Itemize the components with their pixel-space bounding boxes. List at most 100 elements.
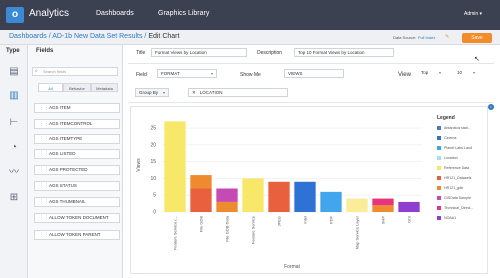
bar-segment: [216, 201, 238, 212]
group-by-select[interactable]: Group By ▾: [135, 88, 169, 97]
x-tick-label: Feature Service (...: [173, 216, 178, 250]
x-tick-label: File GDB: [199, 216, 204, 233]
legend-item[interactable]: Technical_Direct...: [437, 206, 487, 212]
x-tick-label: Feature Service: [251, 215, 256, 244]
breadcrumb-dataset[interactable]: AD-1b New Data Set Results: [52, 33, 142, 40]
field-select[interactable]: FORMAT ▾: [157, 69, 217, 78]
y-tick-label: 0: [153, 210, 156, 216]
bar-segment: [294, 181, 316, 212]
table-icon[interactable]: ▤: [7, 66, 21, 77]
field-label: Field: [136, 72, 147, 78]
view-select[interactable]: Top ▾: [418, 69, 444, 78]
drag-handle-icon: ⋮⋮: [39, 105, 49, 111]
chevron-down-icon: ▾: [438, 70, 441, 75]
type-header: Type: [6, 48, 20, 54]
data-source-label: Data Source:: [393, 35, 417, 40]
breadcrumb-dashboards[interactable]: Dashboards: [9, 33, 47, 40]
x-tick-label: JPEG: [277, 216, 282, 226]
tab-all[interactable]: All: [38, 83, 63, 92]
field-item[interactable]: ⋮⋮ AGS STATUS: [34, 181, 120, 191]
bar-chart: 0 5 10 15 20 25 Views Feature Service (... File …: [136, 121, 422, 270]
description-input[interactable]: Top 10 Format Views by Location: [294, 48, 394, 57]
legend-item[interactable]: Location: [437, 156, 487, 162]
line-chart-icon[interactable]: 〰: [7, 167, 21, 178]
field-item[interactable]: ⋮⋮ AGS PROTECTED: [34, 165, 120, 175]
field-item[interactable]: ⋮⋮ ALLOW TOKEN DOCUMENT: [34, 213, 120, 223]
field-item[interactable]: ⋮⋮ AGS ITEMTYPE: [34, 134, 120, 144]
drag-handle-icon: ⋮⋮: [39, 121, 49, 127]
legend-item[interactable]: Planet Labs Land: [437, 146, 487, 152]
legend-swatch: [437, 126, 441, 130]
bar-segment: [320, 191, 342, 212]
field-item[interactable]: ⋮⋮ AGS ITEMCONTROL: [34, 119, 120, 129]
x-tick-label: Intel: [303, 216, 308, 224]
bar-segment: [372, 198, 394, 206]
data-source-value[interactable]: Full Index: [418, 35, 435, 40]
bar-segment: [242, 178, 264, 212]
chevron-down-icon: ▾: [162, 90, 165, 95]
drag-handle-icon: ⋮⋮: [39, 215, 49, 221]
legend-swatch: [437, 136, 441, 140]
y-tick-label: 25: [150, 126, 156, 132]
x-tick-label: Map Service Layer: [355, 215, 360, 249]
bar-segment: [398, 201, 420, 212]
title-input[interactable]: Format Views by Location: [151, 48, 247, 57]
drag-handle-icon: ⋮⋮: [39, 136, 49, 142]
bar-segment: [190, 188, 212, 212]
app-logo[interactable]: o: [6, 7, 24, 23]
field-item[interactable]: ⋮⋮ AGS THUMBNAIL: [34, 197, 120, 207]
pie-chart-icon[interactable]: ◔: [7, 142, 21, 153]
group-by-value[interactable]: ✕ LOCATION: [188, 88, 288, 97]
hierarchy-icon[interactable]: ⊢: [7, 117, 21, 128]
legend-item[interactable]: NOAA1: [437, 216, 487, 222]
view-count-select[interactable]: 10 ▾: [454, 69, 478, 78]
bar-segment: [190, 175, 212, 189]
y-tick-label: 5: [153, 193, 156, 199]
grid-icon[interactable]: ⊞: [7, 192, 21, 203]
drag-handle-icon: ⋮⋮: [39, 232, 49, 238]
save-button[interactable]: Save: [462, 33, 492, 43]
legend-item[interactable]: Cinema: [437, 136, 487, 142]
breadcrumb-bar: Dashboards / AD-1b New Data Set Results …: [0, 30, 500, 45]
bar-chart-icon[interactable]: ▥: [7, 90, 21, 101]
field-search-input[interactable]: Search fields: [32, 67, 118, 76]
fields-panel: [28, 45, 123, 278]
y-tick-label: 15: [150, 159, 156, 165]
chevron-down-icon: ▾: [210, 71, 213, 76]
field-item[interactable]: ⋮⋮ AGS ITEM: [34, 103, 120, 113]
info-icon[interactable]: i: [488, 104, 494, 110]
chart-type-sidebar: [0, 45, 28, 278]
field-item[interactable]: ⋮⋮ AGS LISTED: [34, 149, 120, 159]
legend-item[interactable]: Reference Data: [437, 166, 487, 172]
legend-item[interactable]: HR121_Datasets: [437, 176, 487, 182]
tab-behavior[interactable]: Behavior: [63, 83, 91, 92]
legend-item[interactable]: Antarctica stati...: [437, 126, 487, 132]
pencil-icon[interactable]: ✎: [445, 34, 449, 40]
close-icon[interactable]: ✕: [192, 90, 196, 95]
x-tick-label: GIS: [407, 216, 412, 223]
tab-metadata[interactable]: Metadata: [91, 83, 118, 92]
legend-item[interactable]: GISData Sample: [437, 196, 487, 202]
legend-title: Legend: [437, 115, 455, 121]
title-label: Title: [136, 50, 146, 56]
admin-menu[interactable]: Admin ▾: [464, 11, 482, 17]
divider: [128, 63, 494, 64]
legend-swatch: [437, 196, 441, 200]
y-tick-label: 20: [150, 142, 156, 148]
show-me-label: Show Me: [240, 72, 261, 78]
bar-segment: [372, 205, 394, 212]
legend-item[interactable]: HR121_gdb: [437, 186, 487, 192]
view-label: View: [398, 72, 411, 78]
nav-graphics-library[interactable]: Graphics Library: [158, 10, 209, 17]
fields-header: Fields: [36, 48, 54, 54]
x-axis-label: Format: [284, 264, 300, 270]
breadcrumb: Dashboards / AD-1b New Data Set Results …: [9, 33, 179, 40]
legend-swatch: [437, 146, 441, 150]
show-me-select[interactable]: VIEWS: [284, 69, 344, 78]
field-item[interactable]: ⋮⋮ ALLOW TOKEN PARENT: [34, 230, 120, 240]
legend-swatch: [437, 156, 441, 160]
nav-dashboards[interactable]: Dashboards: [96, 10, 134, 17]
chevron-down-icon: ▾: [472, 70, 475, 75]
description-label: Description: [257, 50, 283, 56]
y-axis-label: Views: [136, 158, 142, 172]
